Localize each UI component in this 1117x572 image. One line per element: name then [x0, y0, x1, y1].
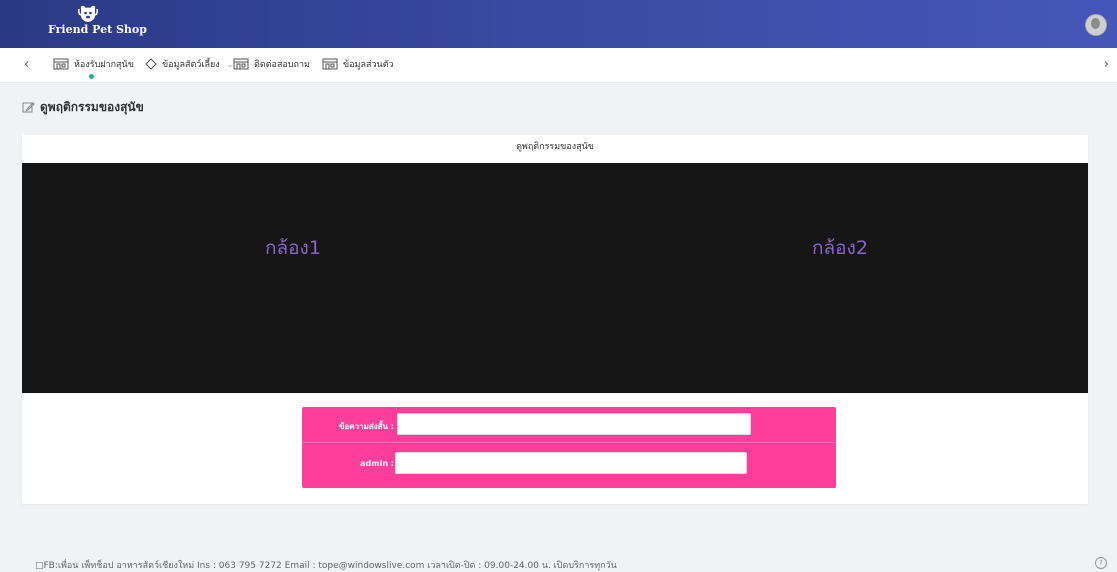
message-row: ข้อความส่งสั้น :	[302, 410, 836, 443]
nav-item-contact[interactable]: ติดต่อสอบถาม	[233, 57, 310, 71]
nav-item-label: ข้อมูลสัตว์เลี้ยง	[162, 60, 220, 70]
chevron-left-icon[interactable]: ‹	[24, 57, 29, 72]
message-label: ข้อความส่งสั้น :	[338, 422, 394, 431]
nav-item-pet-info[interactable]: ข้อมูลสัตว์เลี้ยง ⌄	[145, 57, 233, 71]
message-input[interactable]	[397, 413, 751, 435]
admin-input[interactable]	[395, 452, 747, 474]
admin-row: admin :	[302, 449, 836, 481]
brand-name: Friend Pet Shop	[48, 23, 147, 36]
page-title: ดูพฤติกรรมของสุนัข	[22, 98, 144, 117]
dog-logo-icon	[78, 5, 98, 23]
building-icon	[322, 58, 338, 70]
user-avatar[interactable]	[1085, 14, 1107, 36]
card-title: ดูพฤติกรรมของสุนัข	[516, 142, 594, 152]
nav-item-dog-boarding[interactable]: ห้องรับฝากสุนัข	[53, 57, 134, 71]
page-title-text: ดูพฤติกรรมของสุนัข	[40, 100, 144, 114]
active-indicator	[89, 74, 94, 79]
footer-text: □FB:เพื่อน เพ็ทช็อป อาหารสัตว์เชียงใหม่ …	[35, 561, 617, 571]
nav-bar: ‹ ห้องรับฝากสุนัข ข้อมูลสัตว์เลี้ยง ⌄ ติ…	[0, 48, 1117, 83]
chevron-right-icon[interactable]: ›	[1104, 57, 1109, 72]
top-header: Friend Pet Shop	[0, 0, 1117, 48]
building-icon	[53, 58, 69, 70]
camera-card: ดูพฤติกรรมของสุนัข กล้อง1 กล้อง2 ข้อความ…	[22, 135, 1088, 504]
edit-icon	[22, 102, 35, 113]
nav-item-label: ข้อมูลส่วนตัว	[343, 60, 394, 70]
message-form: ข้อความส่งสั้น : admin :	[302, 407, 836, 488]
diamond-icon	[145, 58, 157, 70]
camera-1-label: กล้อง1	[265, 237, 321, 259]
nav-item-label: ห้องรับฝากสุนัข	[74, 60, 134, 70]
question-icon[interactable]: ?	[1095, 557, 1107, 569]
nav-item-label: ติดต่อสอบถาม	[254, 60, 310, 70]
building-icon	[233, 58, 249, 70]
nav-item-profile[interactable]: ข้อมูลส่วนตัว	[322, 57, 394, 71]
brand-logo[interactable]: Friend Pet Shop	[48, 3, 147, 36]
camera-video-panel: กล้อง1 กล้อง2	[22, 163, 1088, 393]
camera-2-label: กล้อง2	[812, 237, 868, 259]
admin-label: admin :	[360, 459, 394, 468]
